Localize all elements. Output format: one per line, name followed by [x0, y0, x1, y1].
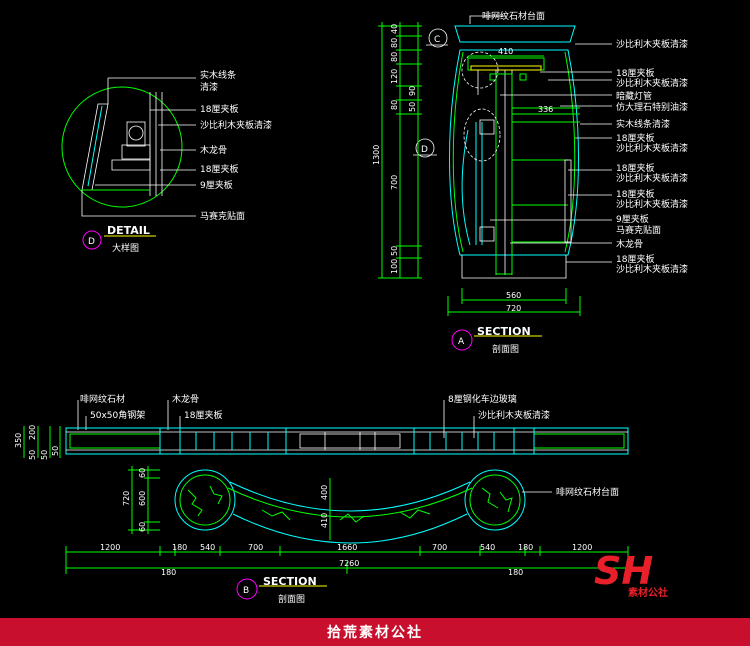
b-dim-top-3: 50 — [40, 450, 49, 460]
b-label-4: 8厘钢化车边玻璃 — [448, 393, 517, 405]
footer-text: 拾荒素材公社 — [327, 625, 423, 641]
section-a-top — [454, 25, 576, 43]
b-label-5: 沙比利木夹板清漆 — [478, 409, 550, 421]
a-label-8: 18厘夹板 — [616, 162, 654, 174]
b-dim-row1-2: 540 — [200, 543, 215, 552]
a-dim-6: 50 — [408, 102, 417, 112]
callout-d-letter: D — [421, 145, 428, 155]
b-label-3: 18厘夹板 — [184, 409, 222, 421]
b-dim-row1-5: 700 — [432, 543, 447, 552]
section-b-title: SECTION — [263, 575, 317, 588]
b-dim-plan-1: 60 — [138, 468, 147, 478]
sh-logo: SH 素材公社 — [594, 549, 668, 599]
a-dim-7: 1300 — [372, 145, 381, 165]
a-label-11: 沙比利木夹板清漆 — [616, 198, 688, 210]
footer-bar: 拾荒素材公社 — [0, 618, 750, 646]
a-label-7: 沙比利木夹板清漆 — [616, 142, 688, 154]
a-label-10: 18厘夹板 — [616, 188, 654, 200]
detail-marker-letter: D — [88, 237, 95, 247]
detail-label-3: 沙比利木夹板清漆 — [200, 119, 272, 131]
b-dim-top-2: 50 — [28, 450, 37, 460]
a-label-0: 沙比利木夹板清漆 — [616, 38, 688, 50]
b-label-right: 啡网纹石材台面 — [556, 486, 619, 498]
section-a-marker-letter: A — [458, 337, 465, 347]
detail-label-1: 清漆 — [200, 81, 218, 93]
detail-label-5: 18厘夹板 — [200, 163, 238, 175]
a-dim-3: 120 — [390, 69, 399, 84]
b-dim-row2-2: 180 — [508, 568, 523, 577]
detail-label-2: 18厘夹板 — [200, 103, 238, 115]
a-label-1: 18厘夹板 — [616, 67, 654, 79]
detail-d: 实木线条 清漆 18厘夹板 沙比利木夹板清漆 木龙骨 18厘夹板 9厘夹板 马赛… — [61, 69, 272, 254]
a-dim-9: 50 — [390, 246, 399, 256]
b-dim-row1-0: 1200 — [100, 543, 120, 552]
a-dim-1: 80 — [390, 38, 399, 48]
detail-label-0: 实木线条 — [200, 69, 236, 81]
a-label-14: 木龙骨 — [616, 238, 643, 250]
detail-label-4: 木龙骨 — [200, 144, 227, 156]
a-label-16: 沙比利木夹板清漆 — [616, 263, 688, 275]
b-dim-row2-0: 180 — [161, 568, 176, 577]
a-label-3: 暗藏灯管 — [616, 90, 652, 102]
detail-label-6: 9厘夹板 — [200, 179, 233, 191]
a-label-6: 18厘夹板 — [616, 132, 654, 144]
section-a: C D 40 80 80 120 90 80 50 1300 700 50 10… — [372, 10, 688, 355]
b-label-2: 木龙骨 — [172, 393, 199, 405]
a-dim-2: 80 — [390, 52, 399, 62]
section-a-subtitle: 剖面图 — [492, 343, 519, 355]
callout-c-letter: C — [434, 35, 440, 45]
b-dim-row1-1: 180 — [172, 543, 187, 552]
a-label-9: 沙比利木夹板清漆 — [616, 172, 688, 184]
a-label-15: 18厘夹板 — [616, 253, 654, 265]
b-dim-row1-7: 180 — [518, 543, 533, 552]
b-dim-plan-0: 720 — [122, 491, 131, 506]
a-dim-10: 100 — [390, 259, 399, 274]
b-dim-row2-1: 7260 — [339, 559, 359, 568]
a-dim-8: 700 — [390, 175, 399, 190]
logo-text: SH — [594, 549, 653, 593]
section-b-marker-letter: B — [243, 586, 249, 596]
cad-drawing: 实木线条 清漆 18厘夹板 沙比利木夹板清漆 木龙骨 18厘夹板 9厘夹板 马赛… — [14, 10, 688, 605]
a-dim-4: 90 — [408, 86, 417, 96]
detail-label-7: 马赛克贴面 — [200, 210, 245, 222]
b-dim-row1-6: 540 — [480, 543, 495, 552]
section-a-title: SECTION — [477, 325, 531, 338]
a-label-13: 马赛克贴面 — [616, 224, 661, 236]
a-label-5: 实木线条清漆 — [616, 118, 670, 130]
b-dim-top-0: 350 — [14, 433, 23, 448]
b-dim-row1-4: 1660 — [337, 543, 357, 552]
b-dim-top-4: 50 — [51, 446, 60, 456]
a-label-4: 仿大理石特别油漆 — [616, 101, 688, 113]
b-dim-top-1: 200 — [28, 425, 37, 440]
section-b-subtitle: 剖面图 — [278, 593, 305, 605]
a-label-12: 9厘夹板 — [616, 213, 649, 225]
a-dim-5: 80 — [390, 100, 399, 110]
section-b: 啡网纹石材 50x50角钢架 木龙骨 18厘夹板 8厘钢化车边玻璃 沙比利木夹板… — [14, 393, 629, 605]
b-plan-left-circle — [174, 469, 236, 531]
detail-subtitle: 大样图 — [112, 242, 139, 254]
logo-caption: 素材公社 — [628, 586, 668, 599]
a-dim-0: 40 — [390, 24, 399, 34]
b-label-1: 50x50角钢架 — [90, 409, 145, 421]
a-dim-bottom-0: 560 — [506, 291, 521, 300]
b-dim-center-1: 410 — [320, 513, 329, 528]
b-label-0: 啡网纹石材 — [80, 393, 125, 405]
a-dim-bottom-1: 720 — [506, 304, 521, 313]
b-plan-counter — [229, 481, 471, 512]
b-dim-row1-3: 700 — [248, 543, 263, 552]
a-dim-inner-0: 410 — [498, 47, 513, 56]
b-dim-plan-3: 60 — [138, 522, 147, 532]
a-label-2: 沙比利木夹板清漆 — [616, 77, 688, 89]
detail-title: DETAIL — [107, 224, 150, 237]
b-dim-center-0: 400 — [320, 485, 329, 500]
b-dim-row1-8: 1200 — [572, 543, 592, 552]
b-plan-right-circle — [464, 469, 526, 531]
b-dim-plan-2: 600 — [138, 491, 147, 506]
a-top-label: 啡网纹石材台面 — [482, 10, 545, 22]
a-dim-inner-1: 336 — [538, 105, 553, 114]
